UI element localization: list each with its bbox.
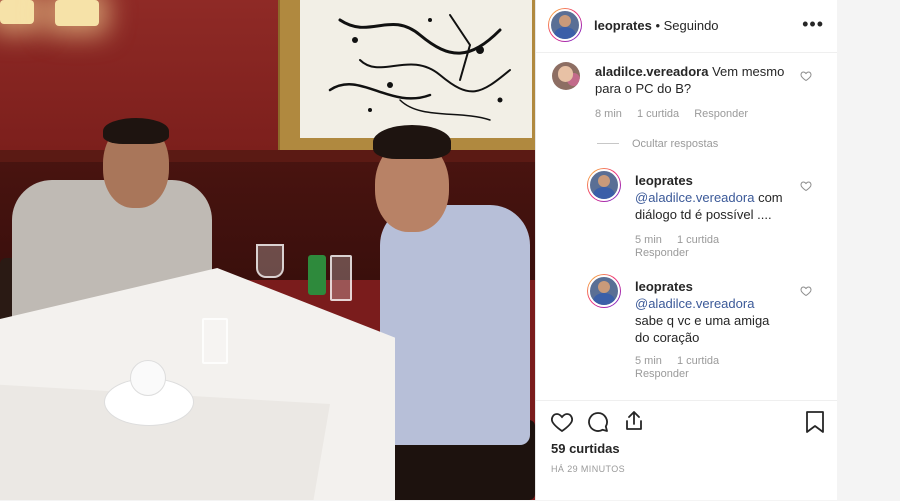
person-right-shirt <box>380 205 530 445</box>
reply-meta: 5 min 1 curtida <box>635 234 731 246</box>
sugar-bowl <box>130 360 166 396</box>
soda-can <box>308 255 326 295</box>
page-background <box>837 0 900 500</box>
reply-mention[interactable]: @aladilce.vereadora <box>635 190 754 205</box>
reply-likes[interactable]: 1 curtida <box>677 355 719 367</box>
reply-username[interactable]: leoprates <box>635 278 785 295</box>
author-avatar[interactable] <box>548 8 582 42</box>
reply-username[interactable]: leoprates <box>635 172 795 189</box>
reply-meta: 5 min 1 curtida <box>635 355 731 367</box>
glass-front <box>202 318 228 364</box>
commenter-avatar[interactable] <box>552 62 580 90</box>
reply-respond[interactable]: Responder <box>635 368 689 380</box>
comment-icon[interactable] <box>586 410 610 434</box>
comment-username[interactable]: aladilce.vereadora <box>595 64 708 79</box>
heart-icon[interactable] <box>550 410 574 434</box>
person-right-hair <box>373 125 451 159</box>
author-username[interactable]: leoprates <box>594 18 652 33</box>
comment-text: aladilce.vereadora Vem mesmo para o PC d… <box>595 63 795 97</box>
person-left-hair <box>103 118 169 144</box>
reply-likes[interactable]: 1 curtida <box>677 234 719 246</box>
wine-glass <box>256 244 284 278</box>
reply-respond[interactable]: Responder <box>635 247 689 259</box>
comment-heart-icon[interactable] <box>800 70 812 82</box>
reply-body: sabe q vc e uma amiga do coração <box>635 313 770 345</box>
comment-likes[interactable]: 1 curtida <box>637 108 679 120</box>
post-header: leoprates • Seguindo ••• <box>536 0 838 53</box>
bookmark-icon[interactable] <box>804 410 826 434</box>
post-timestamp[interactable]: HÁ 29 MINUTOS <box>551 464 625 474</box>
wood-rail <box>0 150 535 162</box>
reply-mention[interactable]: @aladilce.vereadora <box>635 296 754 311</box>
reply-text: leoprates @aladilce.vereadora sabe q vc … <box>635 278 785 346</box>
reply-time[interactable]: 5 min <box>635 355 662 367</box>
water-glass <box>330 255 352 301</box>
hide-replies-button[interactable]: Ocultar respostas <box>632 138 718 150</box>
comment-meta: 8 min 1 curtida Responder <box>595 108 760 120</box>
author-line: leoprates • Seguindo <box>594 18 719 33</box>
more-options-icon[interactable]: ••• <box>802 14 824 34</box>
wall-lamp <box>0 0 100 80</box>
post-sidebar: leoprates • Seguindo ••• aladilce.veread… <box>535 0 838 500</box>
reply-heart-icon[interactable] <box>800 180 812 192</box>
reply-heart-icon[interactable] <box>800 285 812 297</box>
hide-replies-line <box>597 143 619 144</box>
comment-reply[interactable]: Responder <box>694 108 748 120</box>
follow-status[interactable]: • Seguindo <box>655 18 718 33</box>
reply-avatar[interactable] <box>587 274 621 308</box>
reply-text: leoprates @aladilce.vereadora com diálog… <box>635 172 795 223</box>
post-photo <box>0 0 535 500</box>
likes-count[interactable]: 59 curtidas <box>551 441 620 456</box>
share-icon[interactable] <box>622 409 646 433</box>
reply-time[interactable]: 5 min <box>635 234 662 246</box>
comment-time[interactable]: 8 min <box>595 108 622 120</box>
reply-avatar[interactable] <box>587 168 621 202</box>
painting <box>300 0 532 138</box>
